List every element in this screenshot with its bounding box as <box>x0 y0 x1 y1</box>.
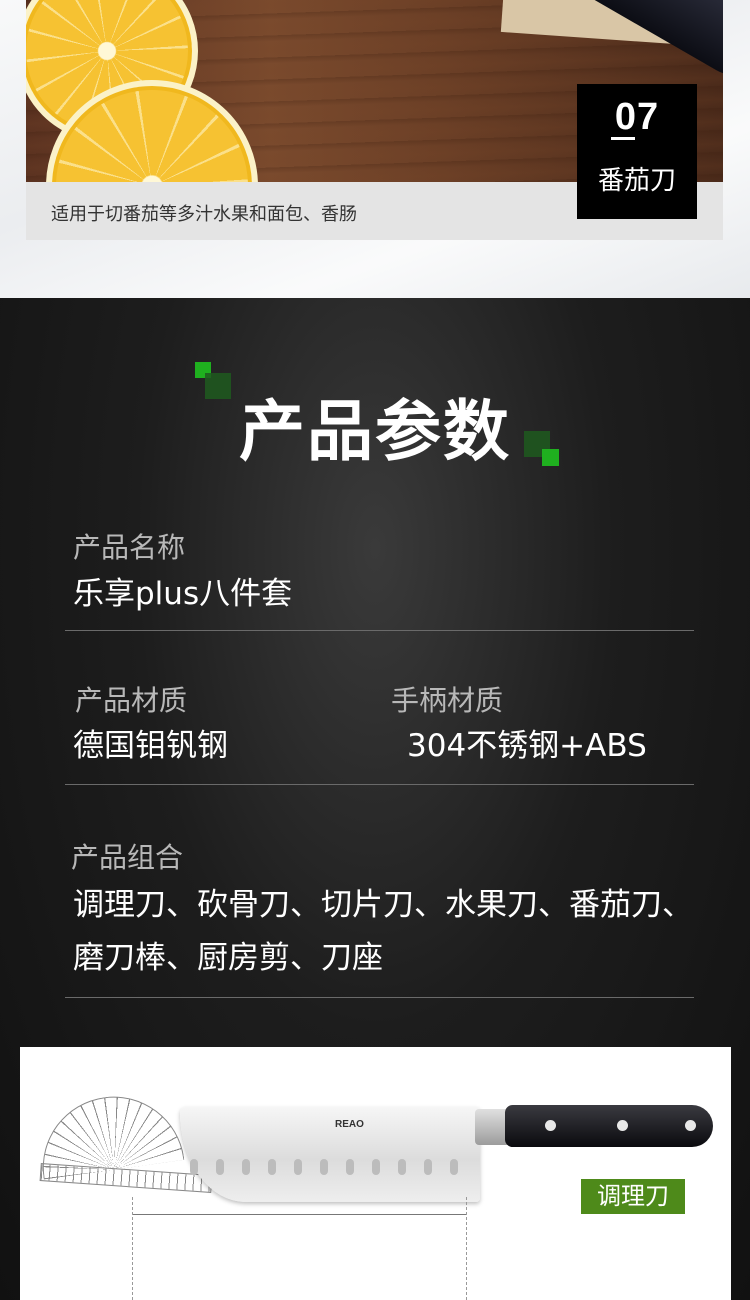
rivet-icon <box>617 1120 628 1131</box>
material-value: 德国钼钒钢 <box>73 728 228 764</box>
section-heading: 产品参数 <box>239 393 511 470</box>
handle-material-label: 手柄材质 <box>391 684 504 717</box>
material-label: 产品材质 <box>75 684 188 717</box>
blade-dimple <box>190 1159 198 1175</box>
combination-line-1: 调理刀、砍骨刀、切片刀、水果刀、番茄刀、 <box>73 887 693 923</box>
combination-label: 产品组合 <box>71 841 184 874</box>
product-name-label: 产品名称 <box>73 531 186 564</box>
knife-number-badge: 07 番茄刀 <box>577 84 697 219</box>
knife-type-tag: 调理刀 <box>581 1179 685 1214</box>
photo-section: 适用于切番茄等多汁水果和面包、香肠 07 番茄刀 <box>0 0 750 298</box>
combination-line-2: 磨刀棒、厨房剪、刀座 <box>73 940 383 976</box>
knife-usage-caption: 适用于切番茄等多汁水果和面包、香肠 <box>51 204 357 225</box>
knife-blade: REAO <box>180 1107 480 1202</box>
blade-dimple <box>450 1159 458 1175</box>
blade-dimple <box>320 1159 328 1175</box>
blade-dimple <box>398 1159 406 1175</box>
divider <box>65 630 694 631</box>
blade-dimple <box>424 1159 432 1175</box>
knife-handle <box>505 1105 713 1147</box>
product-name-value: 乐享plus八件套 <box>73 576 293 612</box>
handle-material-value: 304不锈钢+ABS <box>407 728 647 764</box>
blade-dimple <box>268 1159 276 1175</box>
blade-brand-text: REAO <box>335 1119 364 1130</box>
rivet-icon <box>545 1120 556 1131</box>
badge-knife-name: 番茄刀 <box>597 166 676 196</box>
divider <box>65 997 694 998</box>
santoku-knife-card: REAO 调理刀 <box>20 1047 731 1300</box>
badge-number: 07 <box>614 96 660 138</box>
blade-dimple <box>216 1159 224 1175</box>
dimension-guide <box>132 1197 133 1300</box>
blade-dimple <box>242 1159 250 1175</box>
blade-dimple <box>294 1159 302 1175</box>
dimension-line <box>132 1214 466 1215</box>
rivet-icon <box>685 1120 696 1131</box>
dimension-guide <box>466 1197 467 1300</box>
divider <box>65 784 694 785</box>
blade-dimple <box>346 1159 354 1175</box>
blade-dimple <box>372 1159 380 1175</box>
